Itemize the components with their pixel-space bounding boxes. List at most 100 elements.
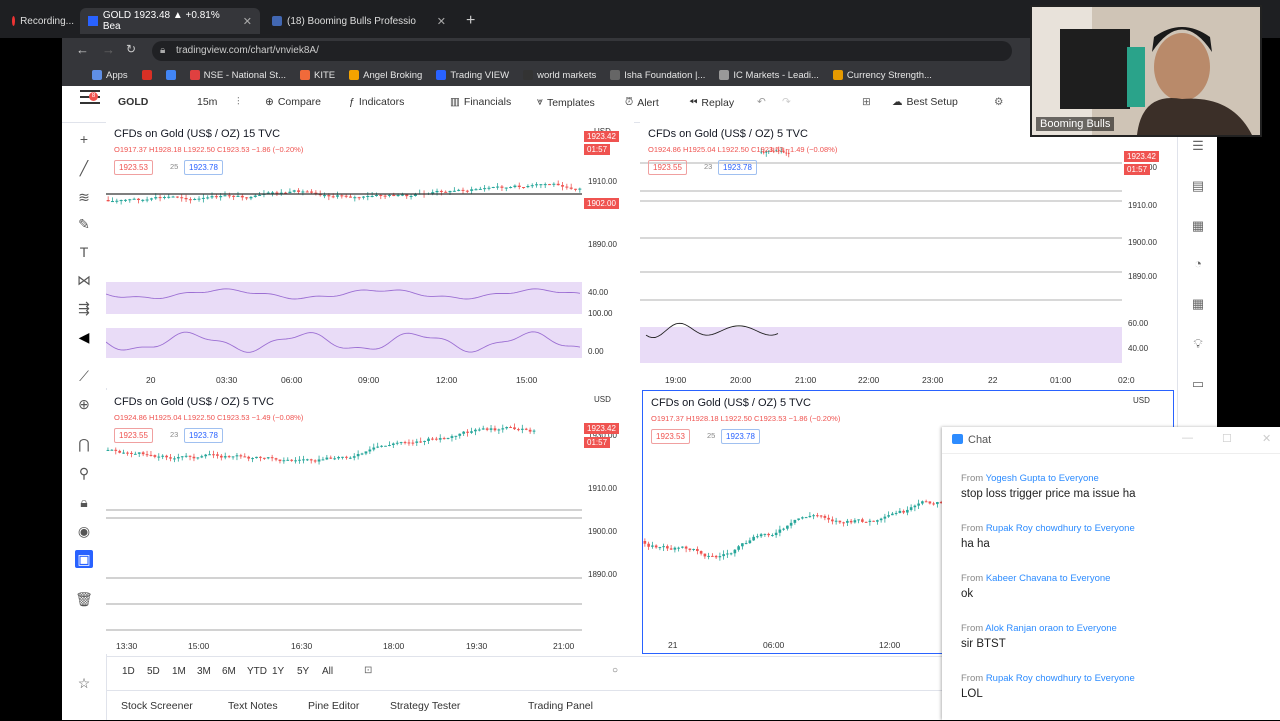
alert-button[interactable]: ⏰︎ Alert <box>625 96 659 109</box>
range-button[interactable]: 3M <box>197 666 211 677</box>
bookmark-item[interactable]: Apps <box>92 70 128 81</box>
new-tab-button[interactable]: + <box>458 8 484 34</box>
sender-name[interactable]: Yogesh Gupta to Everyone <box>986 473 1099 484</box>
settings-icon[interactable]: ⚙︎ <box>994 96 1003 108</box>
undo-icon[interactable]: ↶ <box>757 96 766 108</box>
brush-icon[interactable]: ✎ <box>75 215 93 233</box>
chart-pane-2[interactable]: CFDs on Gold (US$ / OZ) 5 TVC O1924.86 H1… <box>640 122 1174 388</box>
bookmark-item[interactable]: Angel Broking <box>349 70 422 81</box>
panel-tab[interactable]: Stock Screener <box>121 700 193 712</box>
bid-price-box[interactable]: 1923.55 <box>114 428 153 443</box>
bookmark-item[interactable]: Currency Strength... <box>832 70 932 81</box>
panel-tab[interactable]: Trading Panel <box>528 700 593 712</box>
sender-name[interactable]: Kabeer Chavana to Everyone <box>986 573 1111 584</box>
trend-line-icon[interactable]: ╱ <box>75 159 93 177</box>
indicators-button[interactable]: ƒ Indicators <box>349 96 404 108</box>
grid-icon[interactable]: ▦ <box>1189 295 1207 313</box>
interval-button[interactable]: 15m <box>197 96 217 108</box>
bookmark-item[interactable] <box>165 70 176 80</box>
layout-grid-icon[interactable]: ⊞ <box>862 96 871 108</box>
ask-price-box[interactable]: 1923.78 <box>184 428 223 443</box>
text-icon[interactable]: T <box>75 243 93 261</box>
layout-setup-button[interactable]: ☁︎ Best Setup <box>892 96 958 108</box>
idea-icon[interactable]: 💡︎ <box>1189 335 1207 353</box>
panel-tab[interactable]: Strategy Tester <box>390 700 460 712</box>
close-icon[interactable]: ✕ <box>1262 432 1271 445</box>
bid-price-box[interactable]: 1923.55 <box>648 160 687 175</box>
back-arrow-icon[interactable]: ← <box>76 42 89 57</box>
pane-legend[interactable]: CFDs on Gold (US$ / OZ) 5 TVC <box>648 128 808 140</box>
redo-icon[interactable]: ↷ <box>782 96 791 108</box>
forward-arrow-icon[interactable]: → <box>102 42 115 57</box>
zoom-icon[interactable]: ⊕ <box>75 395 93 413</box>
lock-draw-icon[interactable]: ⚲ <box>75 464 93 482</box>
prediction-icon[interactable]: ⇶ <box>75 299 93 317</box>
date-range-icon[interactable]: ⊡ <box>364 665 372 676</box>
sender-name[interactable]: Alok Ranjan oraon to Everyone <box>985 623 1117 634</box>
star-icon[interactable]: ☆ <box>75 674 93 692</box>
tab-gold[interactable]: GOLD 1923.48 ▲ +0.81% Bea ✕ <box>80 8 260 34</box>
bookmark-item[interactable]: IC Markets - Leadi... <box>719 70 819 81</box>
ruler-icon[interactable]: ⟋ <box>75 367 93 385</box>
magnet-icon[interactable]: ⋂ <box>75 435 93 453</box>
eye-icon[interactable]: ◉ <box>75 522 93 540</box>
fib-icon[interactable]: ≋ <box>75 188 93 206</box>
reload-icon[interactable]: ↻ <box>126 42 136 56</box>
chat-icon[interactable]: ▭ <box>1189 375 1207 393</box>
bookmark-item[interactable]: KITE <box>300 70 335 81</box>
range-button[interactable]: 1Y <box>272 666 284 677</box>
minimize-icon[interactable]: — <box>1182 432 1193 444</box>
close-tab-icon[interactable]: ✕ <box>243 15 252 28</box>
symbol-search[interactable]: GOLD <box>118 96 148 108</box>
sender-name[interactable]: Rupak Roy chowdhury to Everyone <box>986 523 1135 534</box>
trash-icon[interactable]: 🗑︎ <box>75 590 93 608</box>
range-button[interactable]: 5D <box>147 666 160 677</box>
pane-legend[interactable]: CFDs on Gold (US$ / OZ) 5 TVC <box>651 397 811 409</box>
replay-button[interactable]: ⏪︎ Replay <box>689 96 734 109</box>
bid-price-box[interactable]: 1923.53 <box>114 160 153 175</box>
maximize-icon[interactable]: ☐ <box>1222 432 1232 445</box>
bookmark-item[interactable]: world markets <box>523 70 596 81</box>
range-button[interactable]: YTD <box>247 666 267 677</box>
range-button[interactable]: All <box>322 666 333 677</box>
back-arrow-icon[interactable]: ◀ <box>75 328 93 346</box>
bookmark-item[interactable]: NSE - National St... <box>189 70 286 81</box>
news-icon[interactable]: ▦ <box>1189 217 1207 235</box>
ask-price-box[interactable]: 1923.78 <box>184 160 223 175</box>
bookmark-item[interactable] <box>141 70 152 80</box>
panel-tab[interactable]: Pine Editor <box>308 700 359 712</box>
url-field[interactable]: 🔒︎ tradingview.com/chart/vnviek8A/ <box>152 41 1012 61</box>
crosshair-icon[interactable]: + <box>75 130 93 148</box>
bookmark-item[interactable]: Isha Foundation |... <box>610 70 705 81</box>
compare-button[interactable]: ⊕ Compare <box>265 96 321 108</box>
bid-price-box[interactable]: 1923.53 <box>651 429 690 444</box>
templates-button[interactable]: ⩔ Templates <box>537 96 595 109</box>
range-button[interactable]: 6M <box>222 666 236 677</box>
chart-pane-3[interactable]: CFDs on Gold (US$ / OZ) 5 TVC O1924.86 H1… <box>106 390 634 654</box>
pane-legend[interactable]: CFDs on Gold (US$ / OZ) 5 TVC <box>114 396 274 408</box>
bar-style-icon[interactable]: ⫶ <box>237 96 240 109</box>
chart-pane-1[interactable]: CFDs on Gold (US$ / OZ) 15 TVC O1917.37 H… <box>106 122 634 388</box>
sync-icon[interactable]: ▣ <box>75 550 93 568</box>
candle <box>357 197 361 199</box>
range-button[interactable]: 5Y <box>297 666 309 677</box>
range-button[interactable]: 1M <box>172 666 186 677</box>
watchlist-icon[interactable]: ☰ <box>1189 137 1207 155</box>
panel-tab[interactable]: Text Notes <box>228 700 278 712</box>
bookmark-item[interactable]: Trading VIEW <box>436 70 509 81</box>
tab-recording[interactable]: Recording... <box>4 8 82 34</box>
menu-icon[interactable] <box>80 90 100 92</box>
sender-name[interactable]: Rupak Roy chowdhury to Everyone <box>986 673 1135 684</box>
timezone-icon[interactable]: ○ <box>612 665 618 676</box>
close-tab-icon[interactable]: ✕ <box>437 15 446 28</box>
clock-icon[interactable]: ◔ <box>1189 255 1207 273</box>
ask-price-box[interactable]: 1923.78 <box>718 160 757 175</box>
pane-legend[interactable]: CFDs on Gold (US$ / OZ) 15 TVC <box>114 128 280 140</box>
financials-button[interactable]: ▥ Financials <box>450 96 511 108</box>
lock-icon[interactable]: 🔒︎ <box>75 493 93 511</box>
pattern-icon[interactable]: ⋈ <box>75 271 93 289</box>
range-button[interactable]: 1D <box>122 666 135 677</box>
ask-price-box[interactable]: 1923.78 <box>721 429 760 444</box>
calendar-icon[interactable]: ▤ <box>1189 177 1207 195</box>
tab-facebook[interactable]: (18) Booming Bulls Professio ✕ <box>264 8 454 34</box>
